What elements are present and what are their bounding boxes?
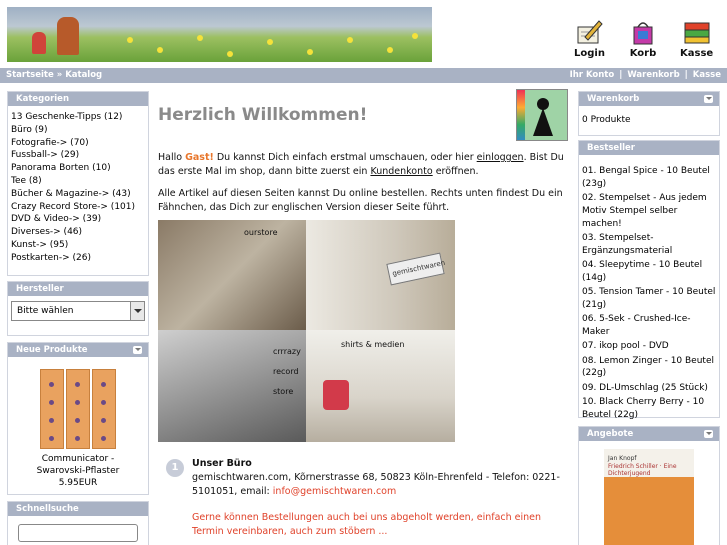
offer-author: Jan Knopf <box>608 455 637 462</box>
category-item[interactable]: Fotografie-> (70) <box>11 137 145 150</box>
bestseller-item[interactable]: 07. ikop pool - DVD <box>582 340 716 353</box>
bestseller-list: 01. Bengal Spice - 10 Beutel (23g) 02. S… <box>579 155 719 428</box>
chevron-down-icon <box>130 302 144 320</box>
korb-link[interactable]: Korb <box>628 18 658 59</box>
photo-label-ourstore: ourstore <box>244 228 278 237</box>
photo-label-shirts: shirts & medien <box>341 340 405 349</box>
bestseller-item[interactable]: 02. Stempelset - Aus jedem Motiv Stempel… <box>582 192 716 230</box>
bestseller-item[interactable]: 01. Bengal Spice - 10 Beutel (23g) <box>582 165 716 191</box>
manufacturers-title: Hersteller <box>8 282 148 296</box>
offers-title: Angebote <box>587 429 634 439</box>
cart-box: Warenkorb 0 Produkte <box>578 91 720 136</box>
new-product-name[interactable]: Communicator - Swarovski-Pflaster <box>8 453 148 477</box>
quicksearch-title: Schnellsuche <box>8 502 148 516</box>
photo-label-crrrazy: crrrazy <box>273 347 301 356</box>
nav-warenkorb[interactable]: Warenkorb <box>627 70 679 80</box>
categories-title: Kategorien <box>8 92 148 106</box>
photo-label-store: store <box>273 387 294 396</box>
category-item[interactable]: Crazy Record Store-> (101) <box>11 201 145 214</box>
category-item[interactable]: Tee (8) <box>11 175 145 188</box>
office-title: Unser Büro <box>192 458 252 469</box>
category-item[interactable]: DVD & Video-> (39) <box>11 213 145 226</box>
login-link-inline[interactable]: einloggen <box>477 152 524 163</box>
office-section: 1 Unser Büro gemischtwaren.com, Kõrnerst… <box>166 457 566 539</box>
bestseller-item[interactable]: 09. DL-Umschlag (25 Stück) <box>582 382 716 395</box>
bestseller-item[interactable]: 06. 5-Sek - Crushed-Ice-Maker <box>582 313 716 339</box>
category-item[interactable]: Panorama Borten (10) <box>11 162 145 175</box>
categories-box: Kategorien 13 Geschenke-Tipps (12) Büro … <box>7 91 149 276</box>
breadcrumb: Startseite » Katalog <box>6 70 103 80</box>
manufacturers-select[interactable]: Bitte wählen <box>11 301 145 321</box>
header: Login Korb Kasse <box>0 0 727 68</box>
korb-label: Korb <box>629 48 657 59</box>
arrow-icon[interactable] <box>133 346 142 354</box>
bestseller-item[interactable]: 03. Stempelset-Ergänzungsmaterial <box>582 232 716 258</box>
bestseller-box: Bestseller 01. Bengal Spice - 10 Beutel … <box>578 140 720 420</box>
arrow-icon[interactable] <box>704 430 713 438</box>
store-photo: gemischtwaren ourstore crrrazy record st… <box>158 220 455 442</box>
kasse-label: Kasse <box>680 48 714 59</box>
categories-list: 13 Geschenke-Tipps (12) Büro (9) Fotogra… <box>8 106 148 270</box>
product-image[interactable] <box>38 369 118 449</box>
page-title: Herzlich Willkommen! <box>158 105 368 125</box>
category-item[interactable]: Diverses-> (46) <box>11 226 145 239</box>
category-item[interactable]: 13 Geschenke-Tipps (12) <box>11 111 145 124</box>
main-content: Herzlich Willkommen! Hallo Gast! Du kann… <box>158 89 570 537</box>
nav-kasse[interactable]: Kasse <box>693 70 721 80</box>
category-item[interactable]: Postkarten-> (26) <box>11 252 145 265</box>
manufacturers-box: Hersteller Bitte wählen <box>7 281 149 336</box>
login-label: Login <box>574 48 605 59</box>
banner-image <box>7 7 432 62</box>
bestseller-title: Bestseller <box>579 141 719 155</box>
bestseller-item[interactable]: 04. Sleepytime - 10 Beutel (14g) <box>582 259 716 285</box>
bag-icon <box>628 18 658 46</box>
search-input[interactable] <box>18 524 138 542</box>
office-note: Gerne können Bestellungen auch bei uns a… <box>192 512 542 537</box>
money-icon <box>682 18 712 46</box>
category-item[interactable]: Bücher & Magazine-> (43) <box>11 188 145 201</box>
bestseller-item[interactable]: 08. Lemon Zinger - 10 Beutel (22g) <box>582 355 716 381</box>
offer-book-image[interactable]: Jan Knopf Friedrich Schiller · Eine Dich… <box>604 449 694 545</box>
breadcrumb-home[interactable]: Startseite <box>6 70 54 80</box>
info-text: Alle Artikel auf diesen Seiten kannst Du… <box>158 188 563 213</box>
login-link[interactable]: Login <box>574 18 605 59</box>
pen-paper-icon <box>574 18 604 46</box>
cart-title: Warenkorb <box>587 94 640 104</box>
nav-bar: Startseite » Katalog Ihr Konto | Warenkorb… <box>0 68 727 83</box>
cart-count: 0 Produkte <box>582 115 631 125</box>
account-links: Ihr Konto | Warenkorb | Kasse <box>569 70 721 80</box>
bestseller-item[interactable]: 05. Tension Tamer - 10 Beutel (21g) <box>582 286 716 312</box>
offers-box: Angebote Jan Knopf Friedrich Schiller · … <box>578 426 720 545</box>
nav-ihr-konto[interactable]: Ihr Konto <box>570 70 615 80</box>
welcome-text: Hallo Gast! Du kannst Dich einfach erstm… <box>158 152 564 177</box>
kundenkonto-link[interactable]: Kundenkonto <box>370 166 432 177</box>
offer-title: Friedrich Schiller · Eine Dichterjugend <box>608 463 677 477</box>
arrow-icon[interactable] <box>704 95 713 103</box>
kasse-link[interactable]: Kasse <box>680 18 713 59</box>
new-product-price: 5.95EUR <box>58 478 98 488</box>
mascot-image <box>516 89 568 141</box>
category-item[interactable]: Fussball-> (29) <box>11 149 145 162</box>
photo-label-record: record <box>273 367 299 376</box>
category-item[interactable]: Büro (9) <box>11 124 145 137</box>
new-products-title: Neue Produkte <box>16 345 88 355</box>
new-products-box: Neue Produkte Communicator - Swarovski-P… <box>7 342 149 495</box>
office-email-link[interactable]: info@gemischtwaren.com <box>273 486 396 497</box>
category-item[interactable]: Kunst-> (95) <box>11 239 145 252</box>
step-badge: 1 <box>166 459 184 477</box>
breadcrumb-catalog[interactable]: Katalog <box>65 70 102 80</box>
quicksearch-box: Schnellsuche <box>7 501 149 545</box>
bestseller-item[interactable]: 10. Black Cherry Berry - 10 Beutel (22g) <box>582 396 716 422</box>
